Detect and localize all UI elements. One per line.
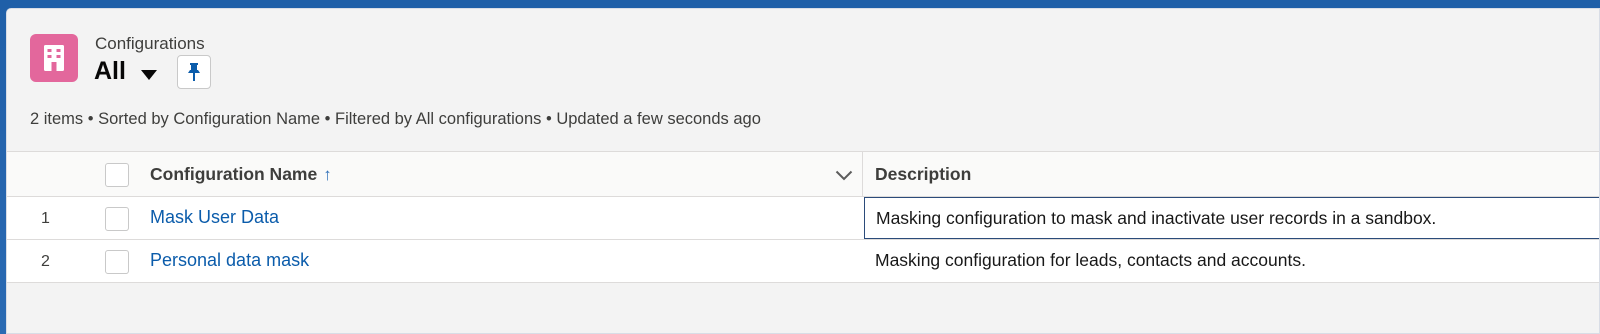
row-number: 1	[41, 210, 50, 227]
list-view-name: All	[94, 57, 126, 85]
list-view-header: Configurations All 2 items • Sorted by C…	[7, 9, 1599, 151]
select-all-checkbox[interactable]	[105, 163, 129, 187]
list-view-info: 2 items • Sorted by Configuration Name •…	[30, 110, 761, 128]
pin-list-view-button[interactable]	[177, 55, 211, 89]
object-label: Configurations	[95, 34, 205, 53]
caret-down-icon[interactable]	[138, 64, 160, 86]
app-frame: Configurations All 2 items • Sorted by C…	[0, 0, 1600, 334]
table-row: 2 Personal data mask Masking configurati…	[7, 240, 1599, 283]
list-view-panel: Configurations All 2 items • Sorted by C…	[6, 8, 1600, 334]
building-icon	[30, 34, 78, 82]
record-name-link[interactable]: Mask User Data	[150, 207, 279, 228]
column-header-configuration-name[interactable]: Configuration Name ↑	[150, 164, 332, 185]
table-empty-area	[7, 283, 1599, 333]
chevron-down-icon[interactable]	[833, 165, 855, 185]
table-header-row: Configuration Name ↑ Description	[7, 151, 1599, 198]
table-row: 1 Mask User Data Masking configuration t…	[7, 197, 1599, 240]
column-divider[interactable]	[862, 152, 863, 198]
row-number: 2	[41, 253, 50, 270]
column-header-label: Configuration Name	[150, 164, 318, 184]
row-checkbox[interactable]	[105, 207, 129, 231]
description-cell[interactable]: Masking configuration for leads, contact…	[864, 240, 1599, 282]
records-table: Configuration Name ↑ Description 1 Mask …	[7, 151, 1599, 283]
row-checkbox[interactable]	[105, 250, 129, 274]
record-name-link[interactable]: Personal data mask	[150, 250, 309, 271]
description-cell[interactable]: Masking configuration to mask and inacti…	[864, 197, 1599, 239]
sort-ascending-icon: ↑	[323, 164, 332, 184]
pin-icon	[188, 63, 200, 81]
column-header-description[interactable]: Description	[875, 164, 971, 185]
